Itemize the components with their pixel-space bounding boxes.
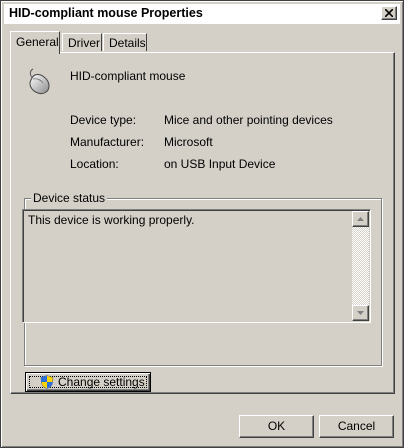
device-type-label: Device type: [70, 113, 137, 127]
device-type-value: Mice and other pointing devices [164, 113, 333, 127]
location-value: on USB Input Device [164, 157, 276, 171]
ok-button[interactable]: OK [239, 415, 314, 438]
change-settings-label: Change settings [58, 375, 145, 389]
close-icon [385, 9, 393, 17]
manufacturer-label: Manufacturer: [70, 135, 145, 149]
arrow-down-icon [357, 311, 364, 315]
scroll-up-button[interactable] [352, 211, 369, 227]
properties-dialog: HID-compliant mouse Properties General D… [0, 0, 404, 448]
device-name: HID-compliant mouse [70, 69, 186, 83]
tab-general-label: General [16, 35, 59, 49]
change-settings-button[interactable]: Change settings [25, 372, 151, 392]
status-scrollbar[interactable] [352, 211, 369, 321]
arrow-up-icon [357, 217, 364, 221]
window-title: HID-compliant mouse Properties [9, 6, 203, 20]
tab-details[interactable]: Details [103, 33, 147, 51]
tab-driver[interactable]: Driver [62, 33, 102, 51]
device-status-textbox[interactable]: This device is working properly. [22, 209, 371, 323]
cancel-button[interactable]: Cancel [319, 415, 394, 438]
manufacturer-value: Microsoft [164, 135, 213, 149]
close-button[interactable] [381, 6, 397, 20]
location-label: Location: [70, 157, 119, 171]
tab-driver-label: Driver [68, 36, 100, 50]
general-tab-panel: HID-compliant mouse Device type: Mice an… [10, 52, 395, 394]
title-bar[interactable]: HID-compliant mouse Properties [4, 4, 400, 24]
device-status-label: Device status [31, 191, 108, 205]
scroll-down-button[interactable] [352, 305, 369, 321]
device-status-text: This device is working properly. [28, 213, 195, 227]
mouse-icon [29, 68, 50, 95]
shield-icon [40, 375, 54, 389]
tab-details-label: Details [109, 36, 146, 50]
tab-general[interactable]: General [10, 31, 60, 54]
